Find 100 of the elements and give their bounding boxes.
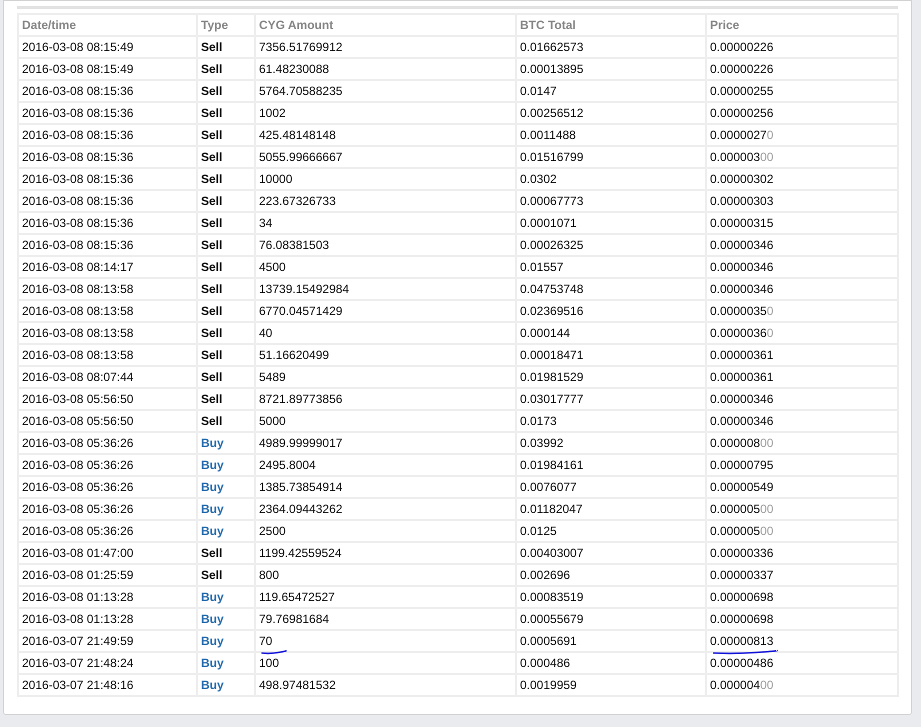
table-cell: 34 [255, 212, 516, 234]
table-cell: 2016-03-07 21:49:59 [18, 630, 197, 652]
table-cell: 0.00256512 [516, 102, 706, 124]
table-cell: 0.00000549 [706, 476, 898, 498]
table-cell: 2016-03-08 05:56:50 [18, 410, 197, 432]
table-cell: 5489 [255, 366, 516, 388]
table-cell: 1002 [255, 102, 516, 124]
table-cell: 0.01662573 [516, 36, 706, 58]
table-cell: 2016-03-08 05:36:26 [18, 476, 197, 498]
column-header: BTC Total [516, 14, 706, 36]
trade-type: Sell [197, 542, 255, 564]
table-cell: 0.00000486 [706, 652, 898, 674]
table-cell: 0.00000302 [706, 168, 898, 190]
table-cell: 100 [255, 652, 516, 674]
trade-type: Sell [197, 322, 255, 344]
table-cell: 1199.42559524 [255, 542, 516, 564]
table-cell: 2016-03-08 08:13:58 [18, 300, 197, 322]
table-cell: 2016-03-08 08:15:36 [18, 168, 197, 190]
table-cell: 0.00000255 [706, 80, 898, 102]
table-cell: 0.0173 [516, 410, 706, 432]
table-cell: 2364.09443262 [255, 498, 516, 520]
trade-type: Sell [197, 168, 255, 190]
trade-type: Sell [197, 388, 255, 410]
table-cell: 0.000144 [516, 322, 706, 344]
column-header: Price [706, 14, 898, 36]
trade-type: Buy [197, 630, 255, 652]
table-cell: 0.00000795 [706, 454, 898, 476]
table-cell: 2016-03-08 08:13:58 [18, 322, 197, 344]
table-cell: 2016-03-08 05:56:50 [18, 388, 197, 410]
table-cell: 2016-03-08 08:15:36 [18, 190, 197, 212]
table-cell: 2016-03-08 05:36:26 [18, 454, 197, 476]
table-cell: 0.00000256 [706, 102, 898, 124]
table-cell: 0.00000315 [706, 212, 898, 234]
table-cell: 2016-03-08 08:15:36 [18, 146, 197, 168]
table-cell: 5000 [255, 410, 516, 432]
table-cell: 0.000486 [516, 652, 706, 674]
trade-type: Sell [197, 212, 255, 234]
trade-type: Buy [197, 520, 255, 542]
column-header: CYG Amount [255, 14, 516, 36]
trade-type: Buy [197, 652, 255, 674]
table-cell: 5764.70588235 [255, 80, 516, 102]
table-cell: 2016-03-08 08:15:36 [18, 124, 197, 146]
table-cell: 0.0001071 [516, 212, 706, 234]
table-cell: 0.0019959 [516, 674, 706, 696]
table-cell: 0.00000270 [706, 124, 898, 146]
table-cell: 223.67326733 [255, 190, 516, 212]
table-cell: 0.00018471 [516, 344, 706, 366]
table-cell: 2500 [255, 520, 516, 542]
table-cell: 0.00000360 [706, 322, 898, 344]
table-cell: 2016-03-08 08:15:36 [18, 80, 197, 102]
table-cell: 0.00067773 [516, 190, 706, 212]
table-cell: 2016-03-08 08:14:17 [18, 256, 197, 278]
table-cell: 0.0005691 [516, 630, 706, 652]
table-cell: 6770.04571429 [255, 300, 516, 322]
trade-type: Buy [197, 608, 255, 630]
table-cell: 0.01516799 [516, 146, 706, 168]
table-cell: 2016-03-08 01:47:00 [18, 542, 197, 564]
table-cell: 0.00000346 [706, 278, 898, 300]
trade-type: Sell [197, 256, 255, 278]
table-cell: 0.03992 [516, 432, 706, 454]
table-cell: 10000 [255, 168, 516, 190]
table-cell: 425.48148148 [255, 124, 516, 146]
table-cell: 51.16620499 [255, 344, 516, 366]
table-cell: 0.00000698 [706, 586, 898, 608]
trade-type: Buy [197, 586, 255, 608]
trade-type: Sell [197, 58, 255, 80]
trade-type: Sell [197, 36, 255, 58]
table-cell: 0.00000350 [706, 300, 898, 322]
table-cell: 2016-03-07 21:48:16 [18, 674, 197, 696]
trade-type: Sell [197, 300, 255, 322]
table-cell: 13739.15492984 [255, 278, 516, 300]
trade-type: Sell [197, 366, 255, 388]
table-cell: 61.48230088 [255, 58, 516, 80]
table-cell: 0.00403007 [516, 542, 706, 564]
table-cell: 0.00000698 [706, 608, 898, 630]
table-cell: 0.00000813 [706, 630, 898, 652]
table-cell: 0.00055679 [516, 608, 706, 630]
table-cell: 2016-03-08 08:07:44 [18, 366, 197, 388]
table-cell: 0.00013895 [516, 58, 706, 80]
trade-type: Buy [197, 476, 255, 498]
table-cell: 0.0302 [516, 168, 706, 190]
table-cell: 0.002696 [516, 564, 706, 586]
trade-type: Buy [197, 498, 255, 520]
table-cell: 0.01182047 [516, 498, 706, 520]
table-cell: 0.03017777 [516, 388, 706, 410]
table-cell: 0.00000226 [706, 58, 898, 80]
table-cell: 8721.89773856 [255, 388, 516, 410]
table-cell: 0.00000800 [706, 432, 898, 454]
table-cell: 0.00000346 [706, 256, 898, 278]
table-cell: 2016-03-08 08:15:36 [18, 212, 197, 234]
trade-type: Sell [197, 234, 255, 256]
table-cell: 0.00000303 [706, 190, 898, 212]
table-cell: 70 [255, 630, 516, 652]
table-cell: 0.01557 [516, 256, 706, 278]
table-cell: 0.02369516 [516, 300, 706, 322]
table-cell: 2495.8004 [255, 454, 516, 476]
trade-type: Sell [197, 102, 255, 124]
column-header: Date/time [18, 14, 197, 36]
column-header: Type [197, 14, 255, 36]
table-cell: 0.0076077 [516, 476, 706, 498]
